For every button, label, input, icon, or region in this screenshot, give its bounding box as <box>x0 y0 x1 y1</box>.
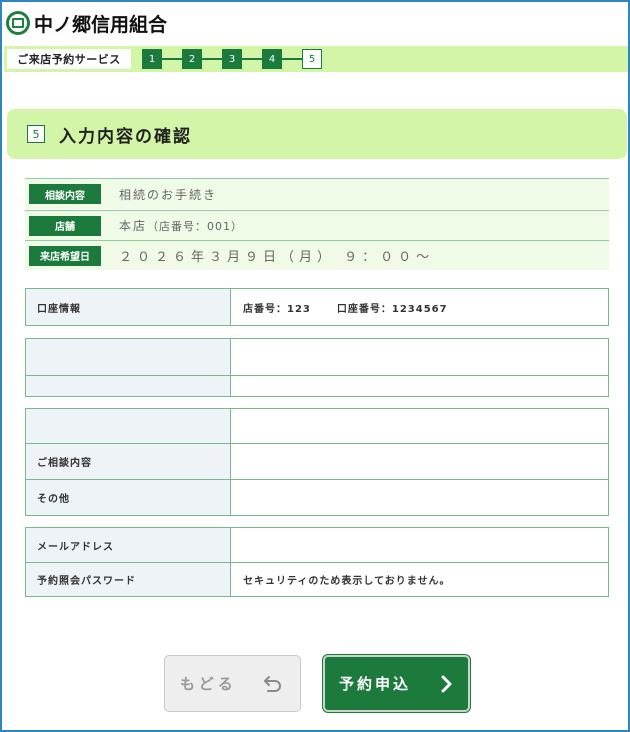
other-label: その他 <box>26 480 231 515</box>
date-value: ２０２６年３月９日（月） ９：００～ <box>119 250 435 265</box>
step-4: 4 <box>262 49 282 69</box>
site-header: 中ノ郷信用組合 <box>4 8 167 38</box>
other-value <box>231 480 608 515</box>
blank-label-1 <box>26 339 231 375</box>
password-label: 予約照会パスワード <box>26 563 231 596</box>
account-label: 口座情報 <box>26 289 231 325</box>
blank-label-3 <box>26 409 231 443</box>
table-row: 口座情報 店番号：123 口座番号：1234567 <box>26 289 608 325</box>
table-row: 予約照会パスワード セキュリティのため表示しておりません。 <box>26 562 608 596</box>
table-row <box>26 409 608 443</box>
blank-value-1 <box>231 339 608 375</box>
bank-logo-icon <box>6 11 30 35</box>
blank-value-3 <box>231 409 608 443</box>
back-button-label: もどる <box>180 675 237 693</box>
consult-label: 相談内容 <box>29 184 101 204</box>
summary-row-branch: 店舗 本店（店番号：001） <box>25 210 609 240</box>
reservation-summary: 相談内容 相続のお手続き 店舗 本店（店番号：001） 来店希望日 ２０２６年３… <box>25 178 609 270</box>
consult-detail-value <box>231 444 608 479</box>
section-title: 5 入力内容の確認 <box>7 109 627 159</box>
progress-bar: ご来店予約サービス 1 2 3 4 5 <box>4 46 628 72</box>
page-title: 入力内容の確認 <box>59 126 192 147</box>
table-row: メールアドレス <box>26 528 608 562</box>
step-1: 1 <box>142 49 162 69</box>
service-label: ご来店予約サービス <box>7 49 131 69</box>
blank-table <box>25 338 609 397</box>
summary-row-date: 来店希望日 ２０２６年３月９日（月） ９：００～ <box>25 240 609 270</box>
consult-value: 相続のお手続き <box>119 187 218 202</box>
table-row <box>26 375 608 396</box>
consult-detail-table: ご相談内容 その他 <box>25 408 609 516</box>
consult-detail-label: ご相談内容 <box>26 444 231 479</box>
table-row <box>26 339 608 375</box>
chevron-right-icon <box>441 675 452 692</box>
account-branch-no: 店番号：123 <box>243 303 311 315</box>
date-label: 来店希望日 <box>29 245 101 266</box>
account-number: 口座番号：1234567 <box>336 303 448 315</box>
branch-code: （店番号：001） <box>147 220 244 233</box>
branch-name: 本店 <box>119 219 148 233</box>
table-row: その他 <box>26 479 608 515</box>
contact-table: メールアドレス 予約照会パスワード セキュリティのため表示しておりません。 <box>25 527 609 597</box>
branch-value: 本店（店番号：001） <box>119 217 243 234</box>
back-button[interactable]: もどる <box>164 655 301 712</box>
undo-arrow-icon <box>263 675 281 692</box>
submit-reservation-button[interactable]: 予約申込 <box>323 655 470 712</box>
branch-label: 店舗 <box>29 215 101 236</box>
step-3: 3 <box>222 49 242 69</box>
summary-row-consult: 相談内容 相続のお手続き <box>25 179 609 209</box>
account-table: 口座情報 店番号：123 口座番号：1234567 <box>25 288 609 326</box>
password-value: セキュリティのため表示しておりません。 <box>231 563 608 596</box>
submit-button-label: 予約申込 <box>339 675 412 693</box>
table-row: ご相談内容 <box>26 443 608 479</box>
app-frame: 中ノ郷信用組合 ご来店予約サービス 1 2 3 4 5 5 入力内容の確認 相談… <box>0 0 630 732</box>
blank-value-2 <box>231 376 608 396</box>
section-number-badge: 5 <box>27 125 45 143</box>
bank-name: 中ノ郷信用組合 <box>34 13 168 36</box>
step-5-current: 5 <box>302 49 322 69</box>
email-value <box>231 528 608 562</box>
blank-label-2 <box>26 376 231 396</box>
step-2: 2 <box>182 49 202 69</box>
email-label: メールアドレス <box>26 528 231 562</box>
account-value: 店番号：123 口座番号：1234567 <box>231 289 608 325</box>
